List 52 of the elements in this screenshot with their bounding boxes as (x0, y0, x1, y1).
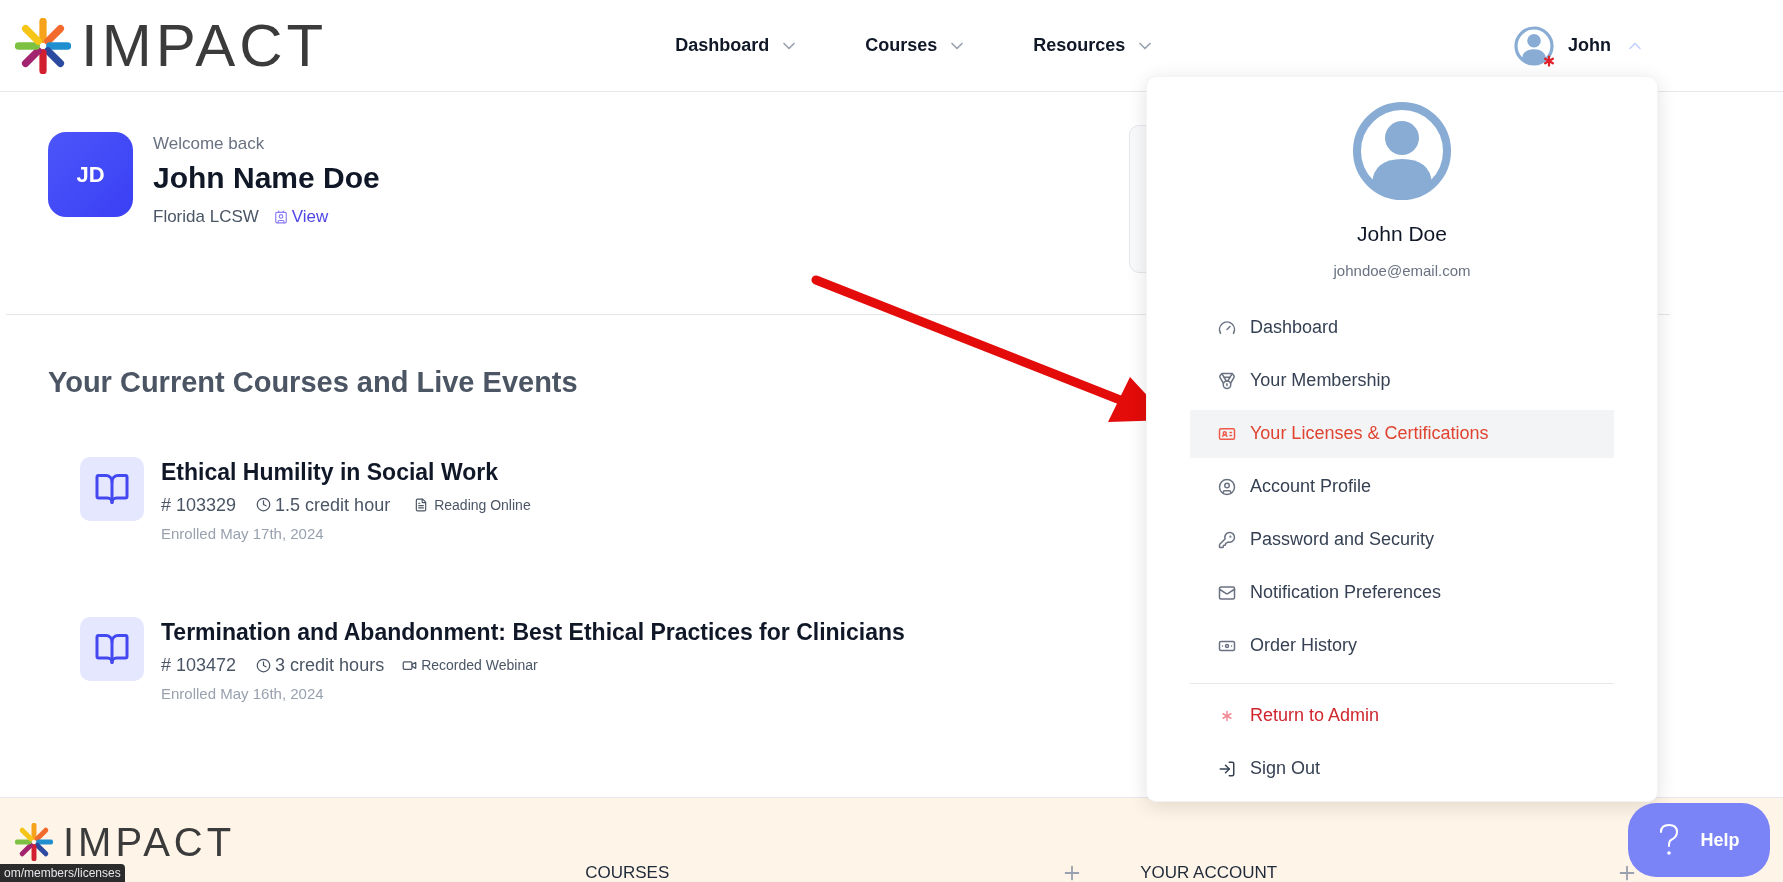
clock-icon (256, 657, 272, 673)
clock-icon (256, 497, 272, 512)
nav-menu-button[interactable]: Dashboard (675, 32, 800, 59)
course-number: # 103329 (161, 493, 237, 517)
enrolled-date: Enrolled May 16th, 2024 (161, 684, 325, 704)
gauge-icon (1218, 318, 1236, 337)
document-icon (414, 497, 429, 512)
logo-mark-icon (15, 17, 71, 74)
course-format: Reading Online (434, 495, 531, 515)
view-link[interactable]: View (273, 204, 329, 230)
initials-avatar: JD (48, 132, 133, 217)
logo-text: IMPACT (81, 15, 328, 76)
question-mark-icon (1658, 823, 1681, 857)
menu-item[interactable]: Sign Out (1190, 744, 1614, 793)
dropdown-email: johndoe@email.com (1333, 261, 1471, 281)
key-icon (1218, 530, 1236, 549)
profile-avatar-icon (1352, 101, 1452, 201)
course-number: # 103472 (161, 654, 237, 677)
menu-item[interactable]: Account Profile (1190, 462, 1614, 511)
menu-item[interactable]: Password and Security (1190, 515, 1614, 564)
menu-item[interactable]: Return to Admin (1190, 691, 1614, 740)
credit-hours: 1.5 credit hour (275, 493, 391, 517)
sign-out-icon (1218, 759, 1236, 778)
logo-text: IMPACT (63, 822, 236, 862)
course-title-link[interactable]: Termination and Abandonment: Best Ethical Practices for Clinicians (161, 617, 905, 647)
course-title-link[interactable]: Ethical Humility in Social Work (161, 456, 531, 487)
badge-icon (273, 209, 288, 224)
nav-menu-button[interactable]: Resources (1033, 32, 1156, 59)
mail-icon (1218, 583, 1236, 602)
medal-icon (1218, 371, 1236, 390)
dropdown-user-name: John Doe (1357, 221, 1447, 247)
status-url: om/members/licenses (0, 864, 125, 882)
user-menu-button[interactable]: John (1514, 25, 1645, 66)
section-title: Your Current Courses and Live Events (48, 365, 578, 400)
license-text: Florida LCSW (153, 206, 259, 228)
footer-heading: COURSES (585, 863, 670, 882)
menu-item[interactable]: Order History (1190, 621, 1614, 670)
user-avatar-icon (1514, 25, 1554, 66)
enrolled-date: Enrolled May 17th, 2024 (161, 523, 325, 544)
nav-menu-button[interactable]: Courses (865, 32, 968, 59)
credit-hours: 3 credit hours (275, 654, 385, 677)
book-icon (94, 631, 130, 667)
user-full-name: John Name Doe (153, 160, 380, 196)
menu-item[interactable]: Dashboard (1190, 303, 1614, 352)
menu-item[interactable]: Notification Preferences (1190, 568, 1614, 617)
user-circle-icon (1218, 477, 1236, 496)
greeting-text: Welcome back (153, 133, 266, 155)
footer-heading: YOUR ACCOUNT (1140, 863, 1278, 882)
menu-item[interactable]: Your Licenses & Certifications (1190, 409, 1614, 458)
menu-item[interactable]: Your Membership (1190, 356, 1614, 405)
course-format: Recorded Webinar (421, 656, 538, 675)
logo-mark-icon (15, 823, 53, 861)
